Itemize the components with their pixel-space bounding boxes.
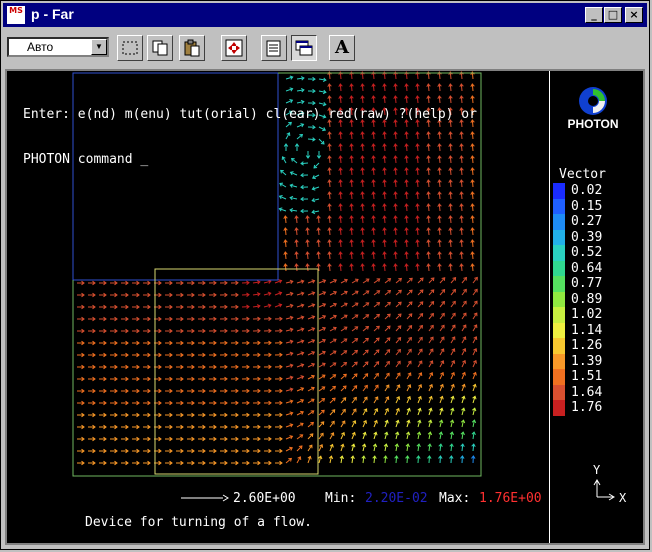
legend-title: Vector [559,167,606,182]
legend-value: 0.64 [571,260,603,276]
window-title: p - Far [31,6,74,22]
legend-value: 1.64 [571,384,603,400]
mark-button[interactable] [117,35,143,61]
console-line-1: Enter: e(nd) m(enu) tut(orial) cl(ear) r… [23,107,477,122]
maximize-button[interactable]: □ [604,7,622,23]
legend-value: 1.26 [571,338,603,353]
legend-value: 1.76 [571,400,603,415]
console-text: Enter: e(nd) m(enu) tut(orial) cl(ear) r… [23,77,477,197]
legend-value: 0.89 [571,291,603,307]
photon-logo-icon [579,87,607,115]
copy-button[interactable] [147,35,173,61]
legend-value: 0.77 [571,276,603,291]
legend-value: 0.39 [571,229,603,245]
legend-swatch [553,291,565,307]
y-axis-label: Y [593,463,601,477]
copy-icon [152,40,168,56]
letter-a-icon: A [335,37,349,58]
legend-value: 1.39 [571,353,603,369]
legend-value: 1.51 [571,369,603,384]
legend-swatch [553,198,565,214]
title-bar[interactable]: MS p - Far _ □ × [3,3,647,27]
legend-value: 0.15 [571,198,603,214]
minimize-button[interactable]: _ [585,7,603,23]
photon-graphics-area[interactable]: Enter: e(nd) m(enu) tut(orial) cl(ear) r… [5,69,645,545]
min-label: Min: [325,491,357,506]
legend-swatch [553,400,565,416]
inner-block-outline [154,268,319,475]
font-size-value: Авто [27,40,54,54]
legend-swatch [553,183,565,199]
max-label: Max: [439,491,471,506]
legend-swatch [553,384,565,400]
legend-swatch [553,338,565,354]
legend-swatch [553,369,565,385]
fullscreen-icon [225,39,243,57]
x-axis-label: X [619,491,627,505]
legend-swatch [553,307,565,323]
dotted-rect-icon [122,41,138,55]
legend-value: 1.14 [571,322,603,338]
paste-button[interactable] [179,35,205,61]
fullscreen-button[interactable] [221,35,247,61]
window-icon [295,40,313,56]
font-size-combo[interactable]: Авто ▼ [7,37,109,57]
panel-divider [549,71,550,543]
toolbar: Авто ▼ A [3,29,647,65]
legend-swatch [553,214,565,230]
max-value: 1.76E+00 [479,491,542,506]
legend-value: 0.52 [571,245,603,260]
properties-icon [266,40,281,57]
application-window: MS p - Far _ □ × Авто ▼ A Enter: e(nd) m… [0,0,650,550]
background-button[interactable] [291,35,317,61]
properties-button[interactable] [261,35,287,61]
scale-arrow-icon [181,494,229,502]
legend-swatch [553,276,565,292]
close-button[interactable]: × [625,7,643,23]
legend-value: 1.02 [571,307,603,322]
legend-value: 0.02 [571,183,603,198]
font-button[interactable]: A [329,35,355,61]
paste-icon [184,39,200,57]
plot-caption: Device for turning of a flow. [85,515,312,530]
scale-value: 2.60E+00 [233,491,296,506]
legend-swatch [553,229,565,245]
legend-value: 0.27 [571,214,603,229]
min-value: 2.20E-02 [365,491,428,506]
legend-swatch [553,322,565,338]
logo-label: PHOTON [567,117,619,131]
chevron-down-icon[interactable]: ▼ [91,39,107,55]
legend-swatch [553,245,565,261]
app-icon[interactable]: MS [7,6,25,24]
legend-swatch [553,353,565,369]
axis-triad-icon [593,479,615,501]
console-line-2: PHOTON command _ [23,152,149,167]
legend-swatch [553,260,565,276]
